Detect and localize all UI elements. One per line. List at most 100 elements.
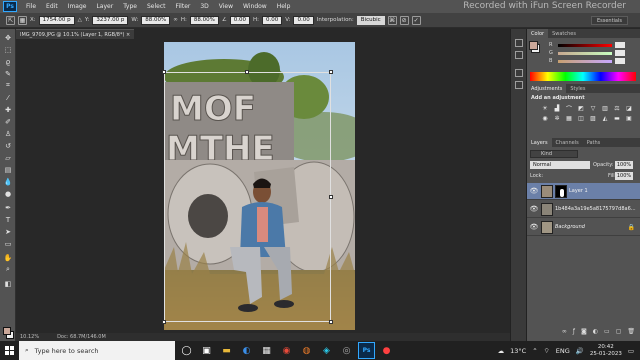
opacity-field[interactable]: 100% [615,161,633,169]
zoom-tool-icon[interactable]: ⌕ [3,265,13,274]
properties-panel-icon[interactable] [515,51,523,59]
invert-icon[interactable]: ◫ [577,115,585,122]
menu-select[interactable]: Select [142,3,171,10]
trash-icon[interactable]: 🗑 [627,328,635,336]
selective-color-icon[interactable]: ▣ [625,115,633,122]
healing-tool-icon[interactable]: ✚ [3,105,13,114]
task-view-icon[interactable]: ◯ [178,342,195,359]
red-slider[interactable] [558,43,612,47]
firefox-icon[interactable]: ◍ [298,342,315,359]
angle-field[interactable]: 0.00 [229,15,251,25]
app-icon[interactable]: ◎ [338,342,355,359]
paragraph-panel-icon[interactable] [515,81,523,89]
menu-window[interactable]: Window [238,3,272,10]
document-tab[interactable]: IMG_9709.JPG @ 10.1% (Layer 1, RGB/8*) × [16,29,134,39]
store-icon[interactable]: ▦ [258,342,275,359]
color-balance-icon[interactable]: ⚖ [613,105,621,112]
marquee-tool-icon[interactable]: ⬚ [3,45,13,54]
blue-value-field[interactable] [615,58,625,64]
menu-file[interactable]: File [21,3,41,10]
exposure-icon[interactable]: ◩ [577,105,585,112]
screen-recorder-icon[interactable]: ● [378,342,395,359]
transform-bounding-box[interactable] [162,70,333,324]
layer-row-layer-1[interactable]: 👁 Layer 1 [527,183,640,200]
dodge-tool-icon[interactable]: ● [3,189,13,198]
menu-view[interactable]: View [214,3,238,10]
reference-point-icon[interactable]: ▦ [18,15,27,25]
rectangle-tool-icon[interactable]: ▭ [3,239,13,248]
zoom-level[interactable]: 10.12% [20,334,39,340]
move-tool-icon[interactable]: ✥ [3,33,13,42]
volume-icon[interactable]: 🔊 [576,347,584,355]
x-position-field[interactable]: 1754.00 p [38,15,75,25]
windows-start-icon[interactable] [0,341,19,360]
app-icon[interactable]: ◈ [318,342,335,359]
eye-icon[interactable]: 👁 [527,187,541,195]
transform-handle[interactable] [329,320,333,324]
transform-tool-icon[interactable]: ⇱ [6,15,15,25]
threshold-icon[interactable]: ◭ [601,115,609,122]
eye-icon[interactable]: 👁 [527,223,541,231]
eye-icon[interactable]: 👁 [527,205,541,213]
color-spectrum-bar[interactable] [530,72,636,81]
weather-temp[interactable]: 13°C [510,347,526,355]
tab-adjustments[interactable]: Adjustments [527,84,567,93]
delta-icon[interactable]: △ [78,17,82,23]
h-skew-field[interactable]: 0.00 [262,15,283,25]
green-value-field[interactable] [615,50,625,56]
history-brush-tool-icon[interactable]: ↺ [3,141,13,150]
taskbar-search[interactable]: ⌕ Type here to search [19,341,175,360]
layer-name[interactable]: Layer 1 [569,188,588,194]
tab-channels[interactable]: Channels [552,138,583,147]
add-mask-icon[interactable]: ◙ [581,328,587,336]
language-indicator[interactable]: ENG [556,347,570,355]
interpolation-select[interactable]: Bicubic [356,15,385,25]
black-white-icon[interactable]: ◪ [625,105,633,112]
new-group-icon[interactable]: ▭ [604,328,610,336]
network-icon[interactable]: ⌔ [544,346,550,355]
curves-icon[interactable]: ⌒ [565,105,573,113]
vibrance-icon[interactable]: ▽ [589,105,597,112]
transform-handle[interactable] [245,70,249,74]
gradient-tool-icon[interactable]: ▤ [3,165,13,174]
menu-filter[interactable]: Filter [171,3,196,10]
path-select-tool-icon[interactable]: ➤ [3,227,13,236]
tray-chevron-icon[interactable]: ⌃ [532,347,537,355]
eraser-tool-icon[interactable]: ▱ [3,153,13,162]
widgets-icon[interactable]: ▣ [198,342,215,359]
file-explorer-icon[interactable]: ▬ [218,342,235,359]
link-layers-icon[interactable]: ∞ [562,328,567,336]
type-tool-icon[interactable]: T [3,215,13,224]
blue-slider[interactable] [558,59,612,63]
transform-handle[interactable] [162,70,166,74]
blend-mode-select[interactable]: Normal [530,161,590,169]
transform-handle[interactable] [329,70,333,74]
width-field[interactable]: 88.00% [141,15,171,25]
tab-paths[interactable]: Paths [583,138,605,147]
channel-mixer-icon[interactable]: ✲ [553,115,561,122]
new-adjustment-icon[interactable]: ◐ [593,328,598,336]
layer-name[interactable]: 1b484a3a19e5a8175797d8a6... [555,206,636,212]
layer-filter-kind[interactable]: Kind [530,150,578,158]
quick-select-tool-icon[interactable]: ✎ [3,69,13,78]
crop-tool-icon[interactable]: ⌗ [3,81,13,90]
transform-handle[interactable] [329,195,333,199]
tab-swatches[interactable]: Swatches [548,29,580,38]
height-field[interactable]: 88.00% [189,15,219,25]
warp-icon[interactable]: ⌘ [387,15,397,25]
layer-row-background[interactable]: 👁 Background 🔒 [527,219,640,236]
menu-edit[interactable]: Edit [41,3,63,10]
foreground-color-swatch[interactable] [3,327,11,335]
layer-name[interactable]: Background [555,224,585,230]
fx-icon[interactable]: ƒ [573,328,575,336]
weather-icon[interactable]: ☁ [498,347,505,355]
menu-image[interactable]: Image [63,3,92,10]
menu-help[interactable]: Help [272,3,296,10]
layer-mask-thumbnail[interactable] [555,184,567,198]
photo-filter-icon[interactable]: ◉ [541,115,549,122]
character-panel-icon[interactable] [515,69,523,77]
new-layer-icon[interactable]: ▢ [616,328,622,336]
transform-handle[interactable] [162,320,166,324]
history-panel-icon[interactable] [515,39,523,47]
tab-layers[interactable]: Layers [527,138,552,147]
